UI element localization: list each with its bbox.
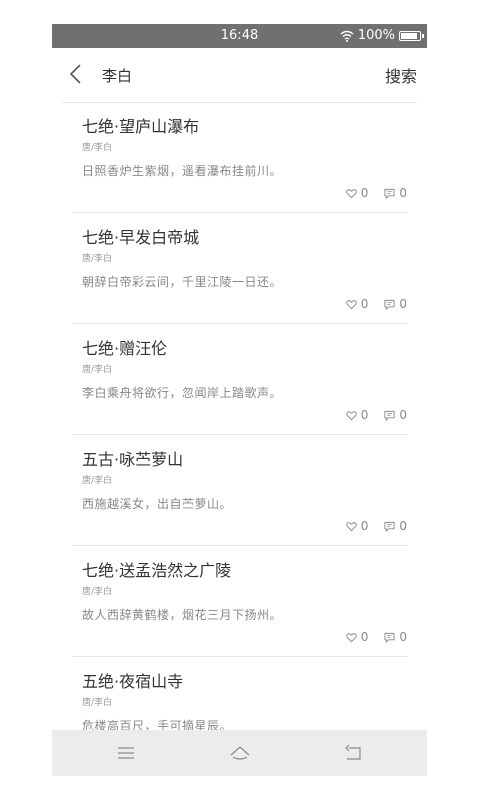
poem-stats: 0 0 bbox=[345, 630, 407, 644]
status-right: 100% bbox=[340, 28, 424, 43]
wifi-icon bbox=[340, 30, 354, 42]
poem-title: 五绝·夜宿山寺 bbox=[82, 672, 184, 691]
poem-item[interactable]: 七绝·望庐山瀑布 唐/李白 日照香炉生紫烟，遥看瀑布挂前川。 0 0 bbox=[72, 102, 407, 213]
comment-stat[interactable]: 0 bbox=[384, 630, 407, 644]
poem-title: 七绝·赠汪伦 bbox=[82, 339, 168, 358]
battery-percent: 100% bbox=[357, 28, 395, 43]
heart-icon bbox=[345, 410, 357, 420]
comment-icon bbox=[384, 188, 395, 199]
poem-stats: 0 0 bbox=[345, 519, 407, 533]
poem-stats: 0 0 bbox=[345, 186, 407, 200]
heart-icon bbox=[345, 188, 357, 198]
battery-icon bbox=[399, 30, 424, 41]
nav-bar: 李白 搜索 bbox=[62, 48, 417, 103]
poem-author: 唐/李白 bbox=[82, 698, 113, 708]
poem-stats: 0 0 bbox=[345, 297, 407, 311]
poem-author: 唐/李白 bbox=[82, 587, 113, 597]
heart-icon bbox=[345, 299, 357, 309]
comment-count: 0 bbox=[399, 297, 407, 311]
back-return-icon[interactable] bbox=[342, 741, 366, 765]
heart-icon bbox=[345, 632, 357, 642]
poem-item[interactable]: 七绝·送孟浩然之广陵 唐/李白 故人西辞黄鹤楼，烟花三月下扬州。 0 0 bbox=[72, 546, 407, 657]
like-count: 0 bbox=[360, 519, 369, 533]
poem-line: 朝辞白帝彩云间，千里江陵一日还。 bbox=[82, 275, 283, 289]
poem-author: 唐/李白 bbox=[82, 365, 113, 375]
poem-item[interactable]: 七绝·赠汪伦 唐/李白 李白乘舟将欲行，忽闻岸上踏歌声。 0 0 bbox=[72, 324, 407, 435]
poem-line: 故人西辞黄鹤楼，烟花三月下扬州。 bbox=[82, 608, 283, 622]
poem-item[interactable]: 五古·咏苎萝山 唐/李白 西施越溪女，出自苎萝山。 0 0 bbox=[72, 435, 407, 546]
status-bar: 16:48 100% bbox=[52, 24, 427, 48]
like-stat[interactable]: 0 bbox=[345, 519, 369, 533]
like-stat[interactable]: 0 bbox=[345, 408, 369, 422]
heart-icon bbox=[345, 521, 357, 531]
comment-icon bbox=[384, 632, 395, 643]
comment-count: 0 bbox=[399, 186, 407, 200]
page-title: 李白 bbox=[102, 67, 133, 85]
comment-count: 0 bbox=[399, 408, 407, 422]
system-nav-bar bbox=[52, 730, 427, 776]
comment-stat[interactable]: 0 bbox=[384, 408, 407, 422]
phone-screen: 16:48 100% 李白 搜索 七绝·望庐山瀑布 唐/李白 日照香炉生紫烟，遥… bbox=[52, 24, 427, 776]
poem-title: 五古·咏苎萝山 bbox=[82, 450, 184, 469]
like-count: 0 bbox=[360, 186, 369, 200]
like-count: 0 bbox=[360, 408, 369, 422]
menu-icon[interactable] bbox=[114, 741, 138, 765]
comment-count: 0 bbox=[399, 519, 407, 533]
comment-icon bbox=[384, 299, 395, 310]
poem-author: 唐/李白 bbox=[82, 143, 113, 153]
poem-title: 七绝·送孟浩然之广陵 bbox=[82, 561, 232, 580]
like-count: 0 bbox=[360, 297, 369, 311]
like-count: 0 bbox=[360, 630, 369, 644]
poem-list: 七绝·望庐山瀑布 唐/李白 日照香炉生紫烟，遥看瀑布挂前川。 0 0 七绝·早发… bbox=[52, 102, 427, 767]
comment-stat[interactable]: 0 bbox=[384, 297, 407, 311]
comment-icon bbox=[384, 521, 395, 532]
poem-title: 七绝·早发白帝城 bbox=[82, 228, 200, 247]
comment-stat[interactable]: 0 bbox=[384, 186, 407, 200]
home-icon[interactable] bbox=[228, 741, 252, 765]
comment-count: 0 bbox=[399, 630, 407, 644]
poem-author: 唐/李白 bbox=[82, 476, 113, 486]
like-stat[interactable]: 0 bbox=[345, 297, 369, 311]
poem-item[interactable]: 七绝·早发白帝城 唐/李白 朝辞白帝彩云间，千里江陵一日还。 0 0 bbox=[72, 213, 407, 324]
like-stat[interactable]: 0 bbox=[345, 630, 369, 644]
poem-line: 西施越溪女，出自苎萝山。 bbox=[82, 497, 233, 511]
poem-line: 日照香炉生紫烟，遥看瀑布挂前川。 bbox=[82, 164, 283, 178]
like-stat[interactable]: 0 bbox=[345, 186, 369, 200]
poem-stats: 0 0 bbox=[345, 408, 407, 422]
comment-icon bbox=[384, 410, 395, 421]
poem-author: 唐/李白 bbox=[82, 254, 113, 264]
back-chevron-icon[interactable] bbox=[66, 62, 86, 86]
comment-stat[interactable]: 0 bbox=[384, 519, 407, 533]
poem-title: 七绝·望庐山瀑布 bbox=[82, 117, 200, 136]
search-button[interactable]: 搜索 bbox=[385, 63, 417, 87]
poem-line: 李白乘舟将欲行，忽闻岸上踏歌声。 bbox=[82, 386, 283, 400]
